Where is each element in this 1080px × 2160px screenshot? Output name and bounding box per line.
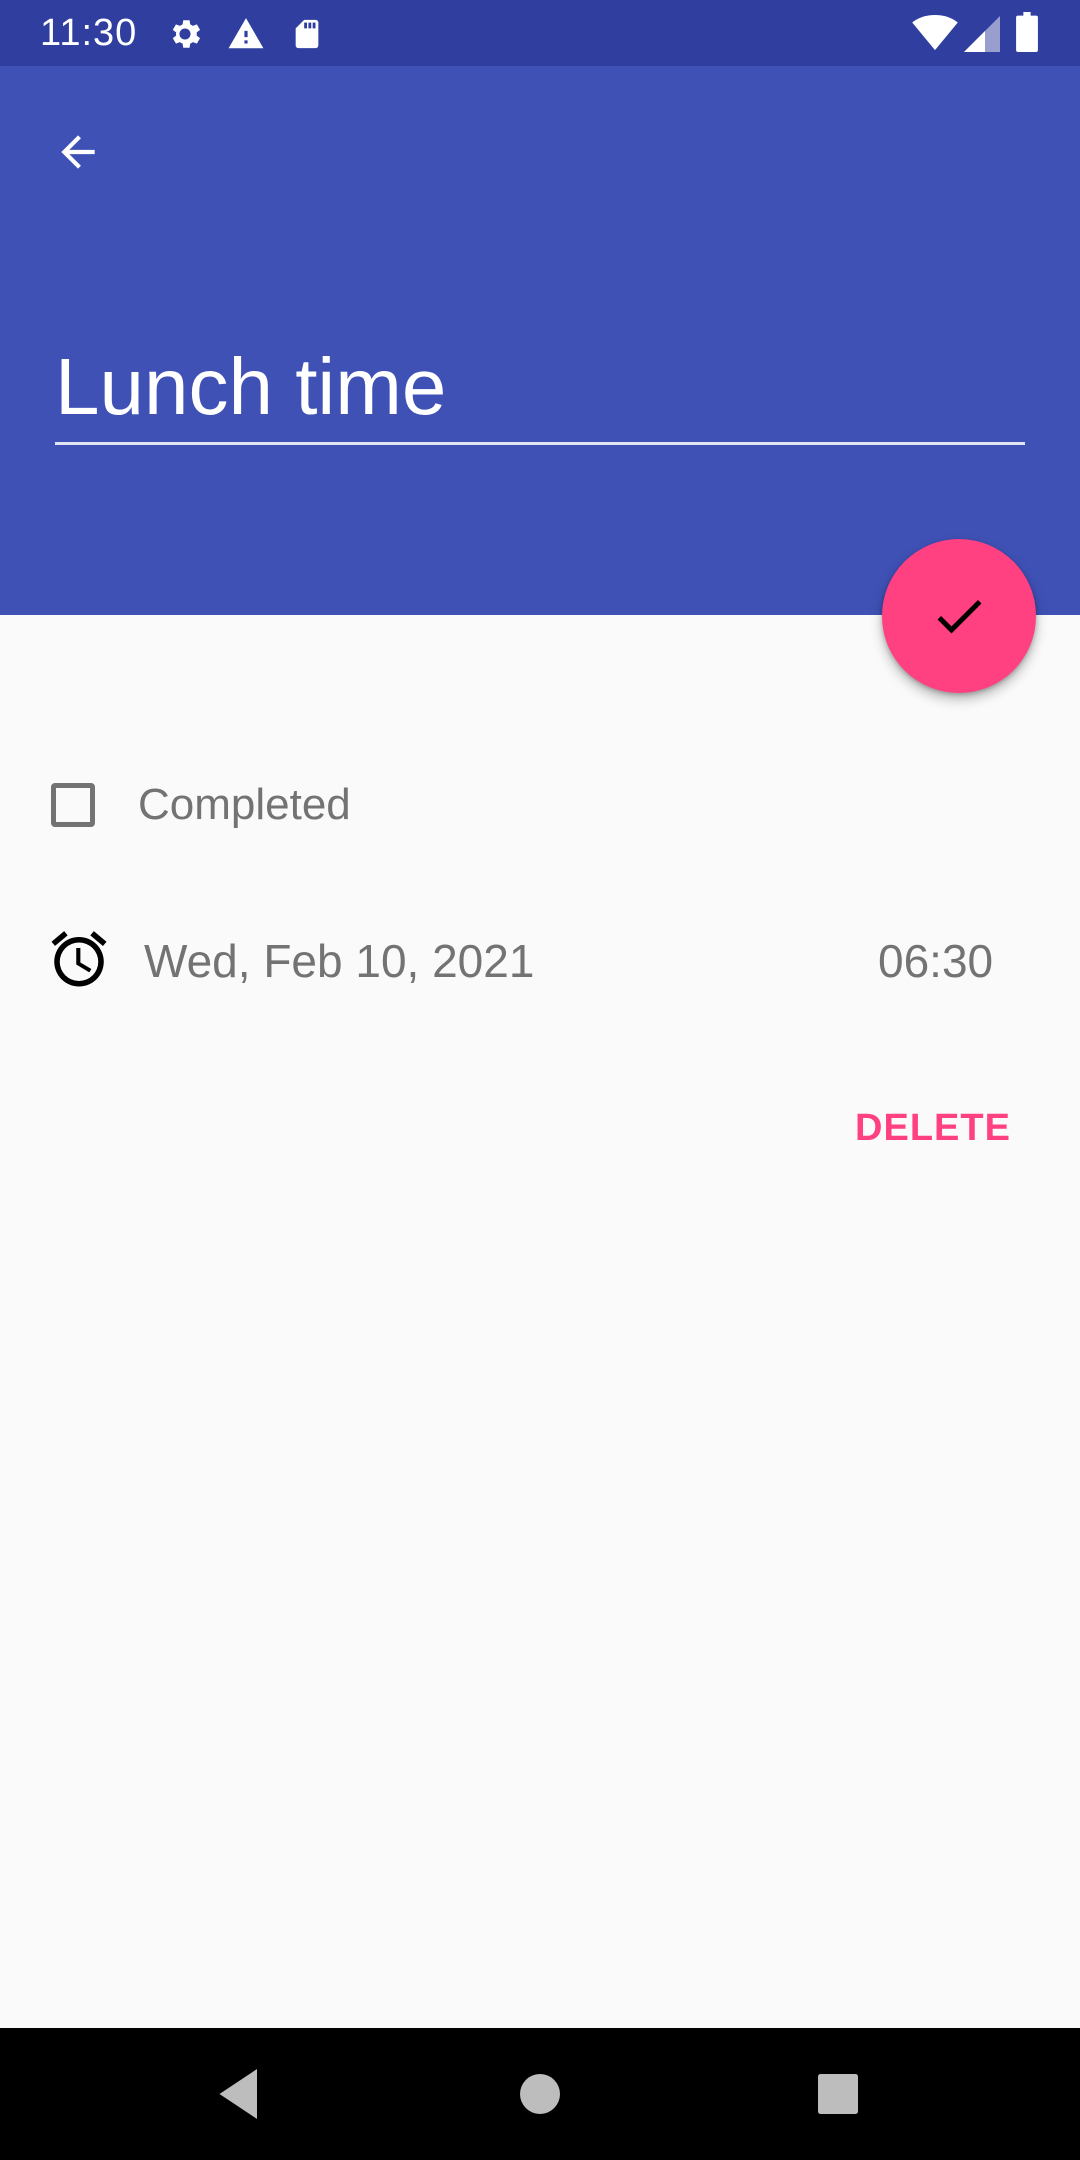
gear-icon [166,15,204,58]
warning-icon [226,15,266,58]
battery-icon [1016,12,1038,57]
recents-square-icon[interactable] [808,2064,868,2124]
title-field[interactable] [55,332,1025,445]
signal-icon [964,16,1000,57]
completed-label: Completed [138,780,351,829]
check-icon [929,586,989,646]
app-bar [0,66,1080,615]
status-time: 11:30 [40,12,138,54]
sd-card-icon [290,15,324,58]
arrow-left-icon [53,127,103,177]
home-circle-icon[interactable] [510,2064,570,2124]
wifi-icon [912,14,958,57]
completed-checkbox-row[interactable]: Completed [40,760,940,850]
back-button[interactable] [36,110,120,194]
back-triangle-icon[interactable] [212,2064,272,2124]
navigation-bar [0,2028,1080,2160]
save-fab-button[interactable] [882,539,1036,693]
reminder-time[interactable]: 06:30 [878,934,993,988]
status-bar: 11:30 [0,0,1080,66]
reminder-date[interactable]: Wed, Feb 10, 2021 [144,934,534,988]
completed-checkbox[interactable] [51,783,95,827]
title-input[interactable] [55,332,1025,442]
alarm-clock-icon [46,926,112,992]
delete-button[interactable]: DELETE [848,1096,1018,1160]
alarm-row: Wed, Feb 10, 2021 06:30 [40,910,1040,1010]
